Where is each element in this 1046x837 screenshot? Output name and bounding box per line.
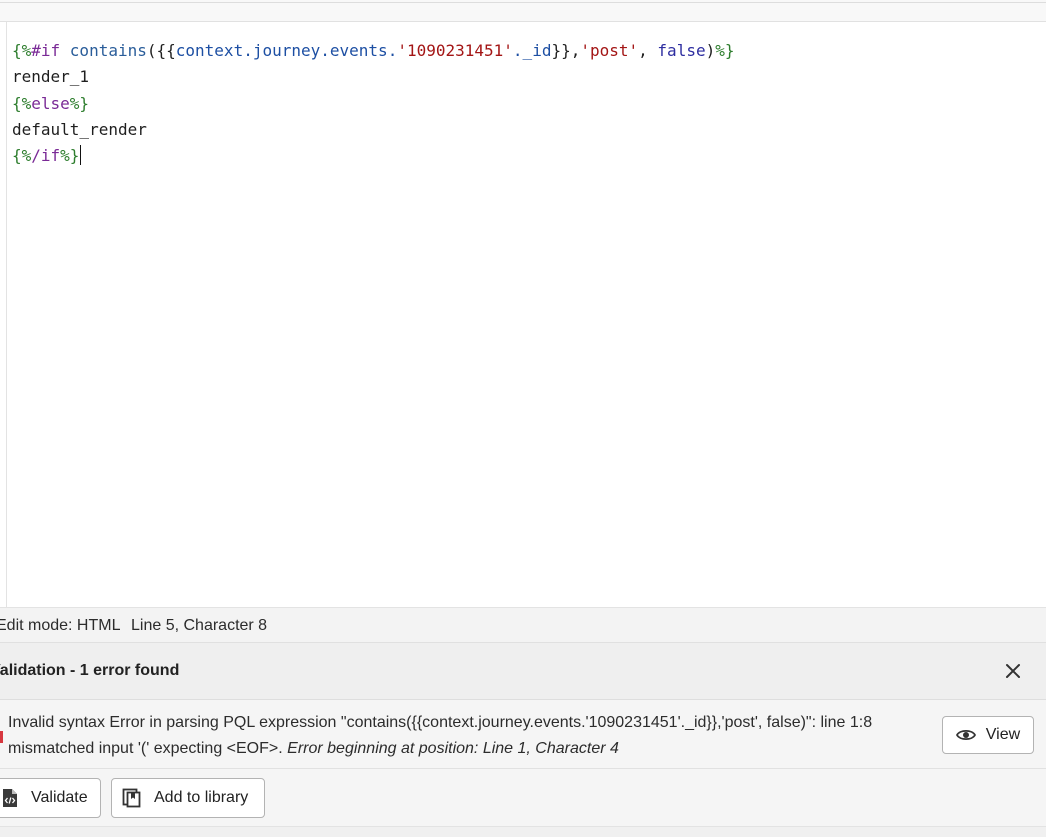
code-line[interactable]: default_render — [12, 117, 735, 143]
code-token: %} — [715, 41, 735, 60]
code-token: /if — [31, 146, 61, 166]
add-to-library-label: Add to library — [154, 789, 249, 806]
validation-title: Validation - 1 error found — [0, 662, 180, 679]
code-line[interactable]: render_1 — [12, 64, 735, 90]
bottom-strip — [0, 827, 1046, 837]
code-editor[interactable]: {%#if contains({{context.journey.events.… — [0, 22, 1046, 607]
code-token: default_render — [12, 119, 147, 139]
close-icon — [1004, 662, 1022, 680]
code-token: , — [638, 41, 658, 60]
code-line[interactable]: {%else%} — [12, 91, 735, 117]
code-file-icon — [1, 788, 19, 808]
code-token: }}, — [551, 41, 581, 60]
library-add-icon — [122, 788, 142, 808]
validate-button-label: Validate — [31, 789, 88, 806]
error-detail-text: Error beginning at position: Line 1, Cha… — [287, 740, 619, 757]
add-to-library-button[interactable]: Add to library — [111, 778, 265, 818]
editor-gutter — [0, 22, 7, 607]
view-button-label: View — [985, 726, 1021, 743]
code-token: '1090231451' — [397, 41, 513, 60]
code-token: {% — [12, 41, 32, 60]
code-content[interactable]: {%#if contains({{context.journey.events.… — [12, 38, 735, 169]
code-token: contains — [69, 41, 147, 60]
code-token: false — [657, 41, 706, 60]
code-token: 'post' — [580, 41, 639, 60]
error-indicator — [0, 731, 3, 743]
code-token: ._id — [512, 41, 552, 60]
code-token: ({{ — [146, 41, 176, 60]
text-cursor — [80, 145, 82, 166]
close-validation-button[interactable] — [997, 655, 1029, 687]
error-message: Invalid syntax Error in parsing PQL expr… — [8, 710, 938, 762]
validation-header: Validation - 1 error found — [0, 643, 1046, 700]
eye-icon — [955, 728, 976, 742]
view-error-button[interactable]: View — [942, 716, 1034, 754]
validate-button[interactable]: Validate — [0, 778, 101, 818]
code-token: ) — [705, 41, 716, 60]
code-token: render_1 — [12, 67, 90, 87]
cursor-position-label: Line 5, Character 8 — [131, 617, 268, 634]
code-token: %} — [60, 146, 80, 166]
code-line[interactable]: {%#if contains({{context.journey.events.… — [12, 38, 735, 64]
code-token: {% — [12, 146, 32, 166]
editor-status-bar: Edit mode: HTML Line 5, Character 8 — [0, 607, 1046, 643]
code-token: else — [31, 93, 70, 113]
code-token: #if — [31, 41, 70, 60]
code-token: context.journey.events. — [175, 41, 398, 60]
edit-mode-label: Edit mode: HTML — [0, 617, 121, 634]
top-toolbar-strip — [0, 0, 1046, 22]
code-token: %} — [69, 93, 90, 113]
code-token: {% — [12, 93, 32, 113]
code-line[interactable]: {%/if%} — [12, 143, 735, 169]
